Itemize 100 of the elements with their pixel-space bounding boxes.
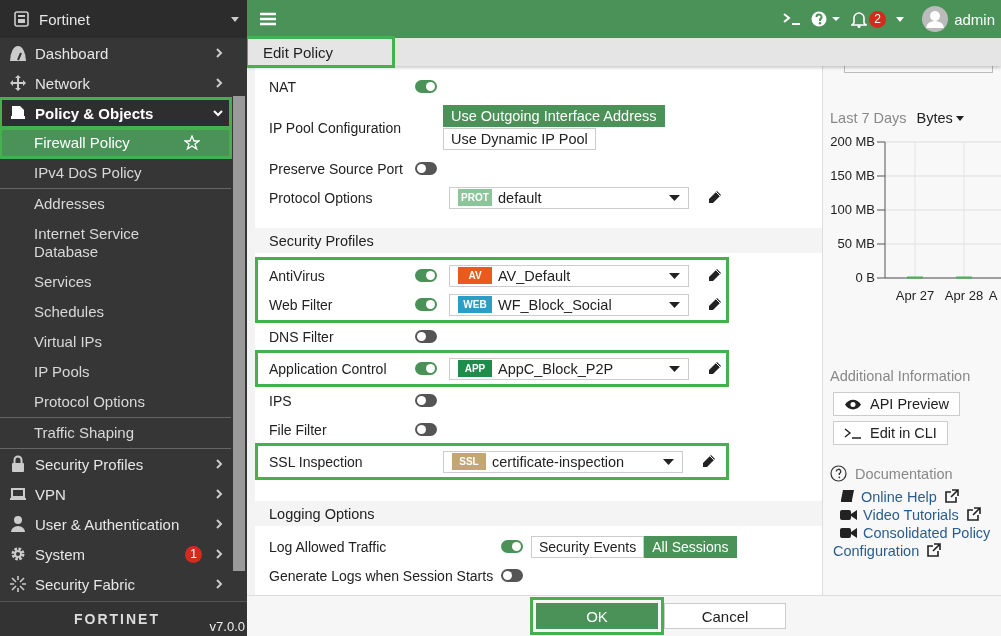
user-name[interactable]: admin	[954, 10, 995, 28]
sidebar-item[interactable]: Network	[0, 68, 231, 98]
edit-icon[interactable]	[707, 268, 722, 283]
tick-label: 150 MB	[830, 168, 875, 183]
page-tab[interactable]: Edit Policy	[247, 38, 393, 66]
brand-name: Fortinet	[39, 10, 91, 28]
toggle-switch[interactable]	[501, 569, 523, 582]
sidebar-subitem[interactable]: Internet Service Database	[0, 219, 231, 267]
dropdown-field[interactable]: WEB WF_Block_Social	[449, 293, 689, 316]
toggle-switch[interactable]	[415, 162, 437, 175]
metric-dropdown[interactable]: Bytes	[916, 110, 964, 126]
move-icon	[9, 74, 27, 92]
axis-label: A	[988, 288, 998, 303]
terminal-icon[interactable]	[783, 13, 802, 25]
doc-link[interactable]: Consolidated Policy Configuration	[833, 524, 1001, 560]
doc-link[interactable]: Video Tutorials	[833, 506, 1001, 524]
field-label: SSL Inspection	[269, 453, 364, 470]
caret-icon[interactable]	[896, 16, 905, 22]
edit-icon[interactable]	[707, 361, 722, 376]
bell-icon[interactable]	[851, 10, 868, 28]
gear-icon	[9, 545, 27, 563]
sidebar-subitem[interactable]: Protocol Options	[0, 387, 231, 417]
toggle-switch[interactable]	[415, 80, 437, 93]
radio-option[interactable]: Use Dynamic IP Pool	[443, 128, 596, 150]
segment-option[interactable]: All Sessions	[644, 535, 737, 558]
field-label: Web Filter	[269, 296, 334, 313]
caret-icon	[955, 115, 964, 121]
tick-label: 100 MB	[830, 202, 875, 217]
avatar-icon[interactable]	[922, 6, 949, 32]
panel-button[interactable]: Edit in CLI	[833, 421, 948, 445]
toggle-switch[interactable]	[415, 269, 437, 282]
radio-option[interactable]: Use Outgoing Interface Address	[443, 105, 665, 127]
toggle-switch[interactable]	[415, 394, 437, 407]
video-camera-icon	[840, 527, 857, 539]
chevron-right-icon	[216, 48, 223, 58]
field-label: Preserve Source Port	[269, 160, 404, 177]
sidebar-subitem[interactable]: IPv4 DoS Policy	[0, 158, 231, 188]
help-icon[interactable]	[811, 11, 842, 27]
sidebar-subitem[interactable]: Schedules	[0, 297, 231, 327]
sidebar-item[interactable]: System 1	[0, 539, 231, 569]
cancel-button[interactable]: Cancel	[664, 603, 786, 629]
panel-button[interactable]: API Preview	[833, 392, 960, 416]
eye-icon	[844, 398, 862, 410]
toggle-switch[interactable]	[415, 330, 437, 343]
sidebar-subitem[interactable]: Addresses	[0, 189, 231, 219]
document-icon	[9, 104, 27, 122]
bar	[956, 276, 972, 279]
video-camera-icon	[840, 509, 857, 521]
toggle-switch[interactable]	[415, 298, 437, 311]
chevron-down-icon	[213, 109, 223, 117]
toggle-switch[interactable]	[415, 362, 437, 375]
sidebar-item[interactable]: Security Profiles	[0, 449, 231, 479]
dropdown-field[interactable]: AV AV_Default	[449, 264, 689, 287]
sidebar-subitem[interactable]: Firewall Policy	[0, 128, 231, 158]
tick-label: 200 MB	[830, 134, 875, 149]
sidebar-subitem[interactable]: Services	[0, 267, 231, 297]
axis-label: Apr 27	[895, 288, 935, 303]
section-title: Documentation	[855, 465, 953, 482]
edit-icon[interactable]	[701, 454, 716, 469]
external-link-icon	[965, 507, 981, 522]
external-link-icon	[926, 543, 942, 558]
dropdown-field[interactable]: PROT default	[449, 186, 689, 209]
notification-badge: 2	[869, 10, 887, 28]
segment-option[interactable]: Security Events	[531, 535, 645, 558]
chevron-right-icon	[216, 489, 223, 499]
dropdown-field[interactable]: SSL certificate-inspection	[443, 450, 683, 473]
edit-icon[interactable]	[707, 190, 722, 205]
sidebar-subitem[interactable]: Virtual IPs	[0, 327, 231, 357]
caret-icon	[669, 301, 680, 308]
sidebar-item[interactable]: Security Fabric	[0, 569, 231, 599]
section-header: Security Profiles	[255, 228, 822, 253]
profile-tag: APP	[458, 360, 492, 377]
doc-link[interactable]: Online Help	[833, 488, 1001, 506]
toggle-switch[interactable]	[415, 423, 437, 436]
section-title: Additional Information	[830, 368, 972, 384]
field-label: DNS Filter	[269, 328, 335, 345]
chevron-right-icon	[216, 549, 223, 559]
sidebar-subitem[interactable]: Traffic Shaping	[0, 418, 231, 448]
sidebar-item[interactable]: User & Authentication	[0, 509, 231, 539]
sidebar-item[interactable]: Dashboard	[0, 38, 231, 68]
sidebar-item[interactable]: Policy & Objects	[0, 98, 231, 128]
star-icon[interactable]	[184, 135, 200, 151]
sidebar-subitem[interactable]: IP Pools	[0, 357, 231, 387]
field-label: IP Pool Configuration	[269, 119, 403, 136]
period-label: Last 7 Days	[830, 110, 907, 126]
field-label: File Filter	[269, 421, 328, 438]
help-icon	[830, 465, 847, 482]
menu-icon[interactable]	[260, 12, 276, 26]
caret-icon[interactable]	[231, 16, 239, 22]
axis-label: Apr 28	[944, 288, 984, 303]
profile-tag: PROT	[458, 189, 492, 206]
edit-icon[interactable]	[707, 297, 722, 312]
sidebar-item[interactable]: VPN	[0, 479, 231, 509]
caret-icon	[669, 365, 680, 372]
field-label: Log Allowed Traffic	[269, 538, 388, 555]
logo: FORTINET	[74, 611, 160, 627]
toggle-switch[interactable]	[501, 540, 523, 553]
external-link-icon	[943, 489, 959, 504]
scrollbar[interactable]	[233, 96, 245, 571]
dropdown-field[interactable]: APP AppC_Block_P2P	[449, 357, 689, 380]
